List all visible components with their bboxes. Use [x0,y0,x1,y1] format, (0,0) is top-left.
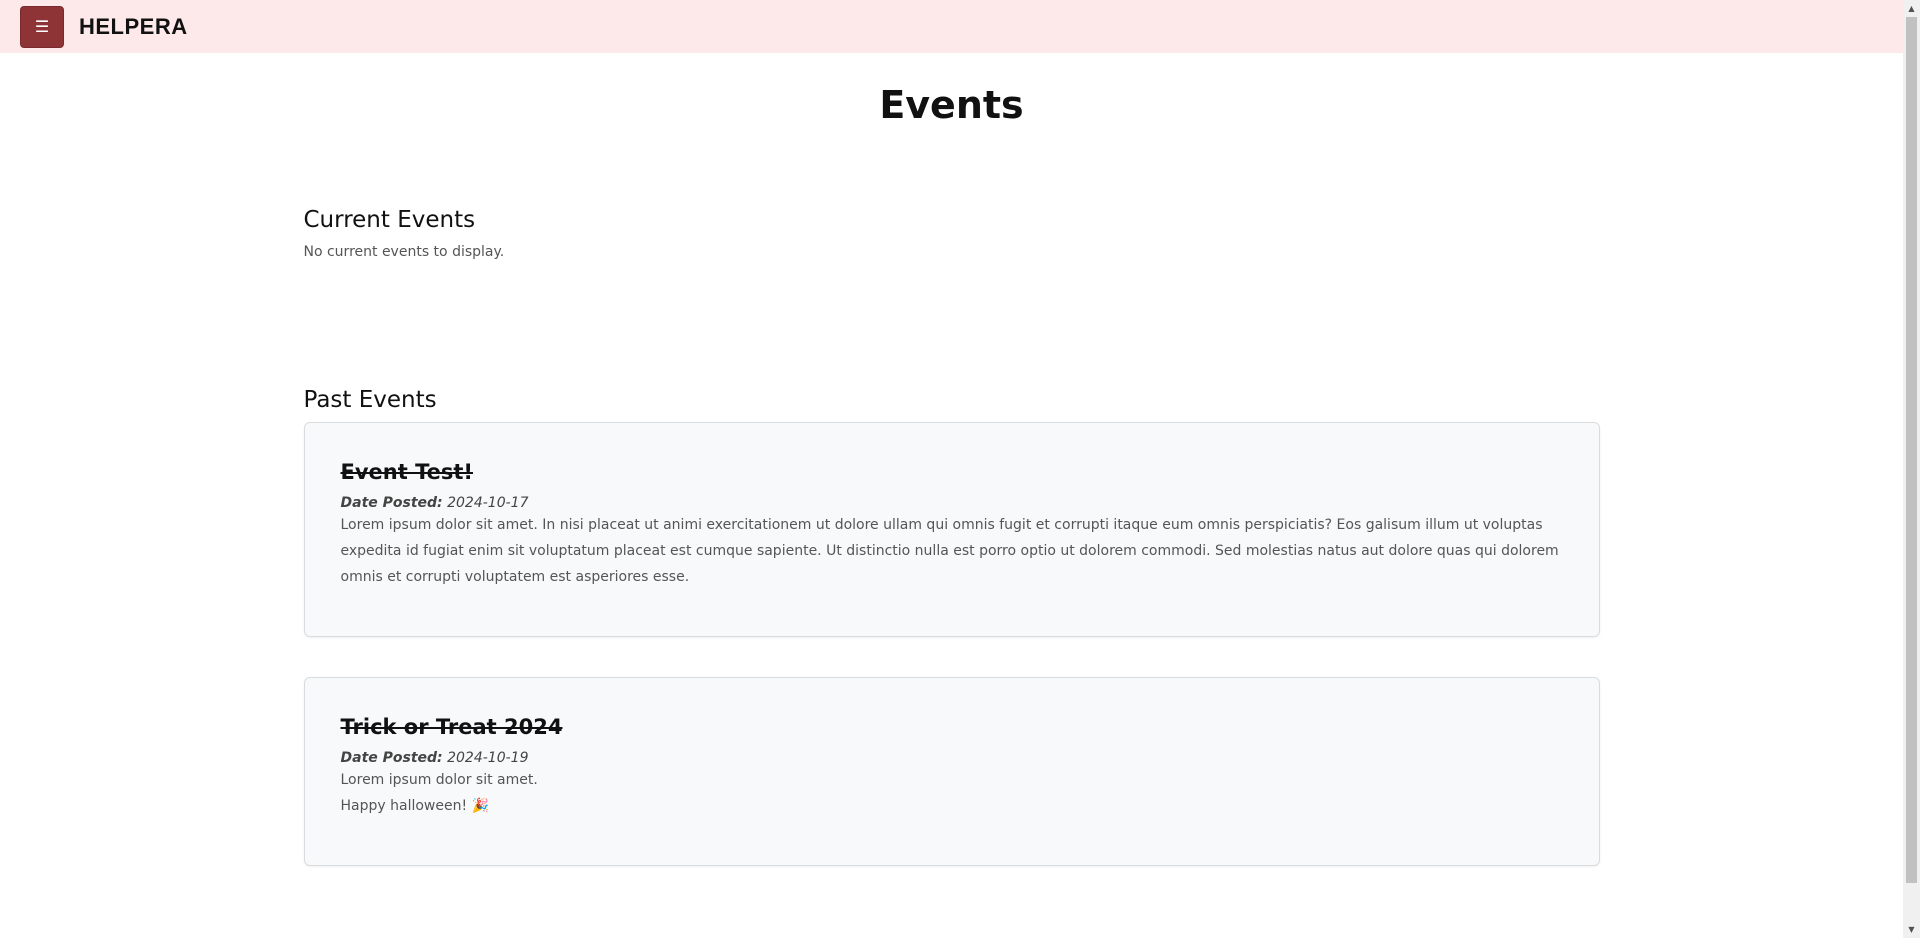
scroll-down-arrow-icon[interactable]: ▼ [1903,921,1920,938]
event-date: Date Posted: 2024-10-19 [341,750,1563,766]
date-value: 2024-10-17 [447,495,529,512]
event-description: Lorem ipsum dolor sit amet. Happy hallow… [341,767,1563,819]
event-title: Trick or Treat 2024 [340,715,563,740]
event-description-line: omnis et corrupti voluptatem est asperio… [340,569,690,586]
event-description-line: Happy halloween! 🎉 [340,798,489,815]
past-events-heading: Past Events [303,386,437,413]
current-events-heading: Current Events [303,207,476,233]
date-label: Date Posted: [340,495,443,512]
past-events-section: Past Events Event Test! Date Posted: 202… [303,386,1600,867]
hamburger-icon: ☰ [34,17,50,36]
event-date: Date Posted: 2024-10-17 [341,495,1563,511]
vertical-scrollbar[interactable]: ▲ ▼ [1903,0,1920,938]
empty-state-text: No current events to display. [303,243,505,260]
scroll-up-arrow-icon[interactable]: ▲ [1903,0,1920,17]
event-title: Event Test! [340,460,473,485]
current-events-section: Current Events No current events to disp… [304,207,1600,260]
event-card: Trick or Treat 2024 Date Posted: 2024-10… [303,677,1600,867]
date-value: 2024-10-19 [447,750,529,767]
brand-logo[interactable]: HELPERA [79,14,188,40]
main-content: Events Current Events No current events … [303,83,1600,867]
scrollbar-thumb[interactable] [1906,17,1917,883]
event-description-line: Lorem ipsum dolor sit amet. [340,772,538,789]
date-label: Date Posted: [340,750,443,767]
menu-toggle-button[interactable]: ☰ [20,5,64,48]
top-navbar: ☰ HELPERA [0,0,1903,53]
event-card: Event Test! Date Posted: 2024-10-17 Lore… [303,422,1600,638]
app-window: ☰ HELPERA Events Current Events No curre… [0,0,1903,938]
page-title: Events [879,83,1024,127]
event-description-line: expedita id fugiat enim sit voluptatum p… [340,543,1559,560]
event-description: Lorem ipsum dolor sit amet. In nisi plac… [341,512,1563,590]
event-description-line: Lorem ipsum dolor sit amet. In nisi plac… [340,517,1543,534]
